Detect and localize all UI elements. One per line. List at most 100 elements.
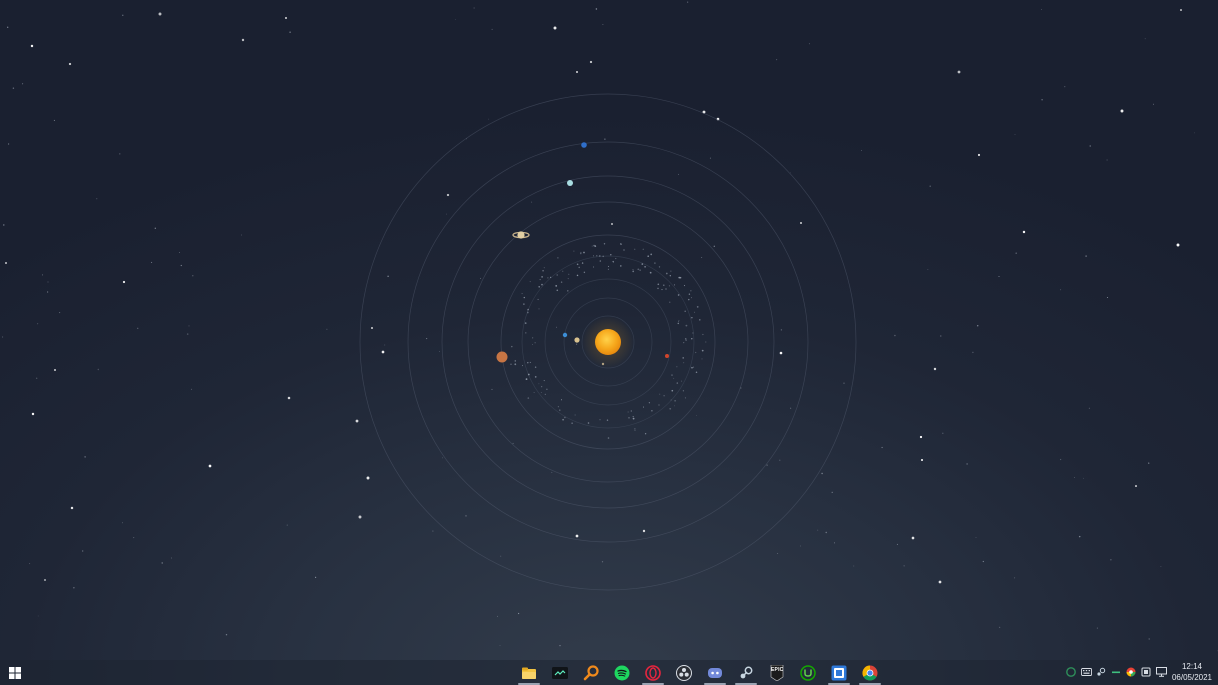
asteroid [644,433,647,435]
asteroid [671,374,673,376]
taskbar-app-terminal[interactable] [545,660,575,685]
tray-minus-icon[interactable] [1110,666,1122,678]
asteroid [691,338,693,340]
asteroid [648,402,651,404]
asteroid [580,251,582,253]
taskbar-app-spotify[interactable] [607,660,637,685]
asteroid [541,386,543,388]
asteroid [529,281,531,283]
tray-keyboard-icon[interactable] [1080,666,1092,678]
taskbar-app-epic-games[interactable]: EPIC [762,660,792,685]
asteroid [560,399,563,401]
asteroid [688,298,690,301]
asteroid [544,393,546,395]
asteroid [649,271,652,274]
asteroid [682,357,684,359]
asteroid [525,332,527,334]
asteroid [684,310,686,312]
planet-mars [665,354,669,358]
asteroid [534,376,537,378]
asteroid [676,366,678,368]
asteroid [696,306,699,308]
solar-system [359,93,857,591]
asteroid [583,251,585,254]
asteroid [670,270,672,272]
asteroid [607,268,609,270]
taskbar: EPIC 12:14 06/05/2021 [0,660,1218,685]
asteroid [587,422,590,424]
asteroid [623,249,625,251]
file-explorer-icon [522,667,536,679]
asteroid [549,276,552,279]
asteroid [568,273,570,275]
asteroid [612,260,614,263]
asteroid [539,279,541,281]
asteroid [692,332,694,334]
asteroid [663,395,665,397]
taskbar-app-window[interactable] [824,660,854,685]
asteroid [538,308,540,310]
steam-icon [740,666,753,678]
asteroid [683,285,686,287]
taskbar-app-obs[interactable] [669,660,699,685]
asteroid [510,363,512,365]
asteroid [619,265,622,267]
taskbar-app-opera[interactable] [638,660,668,685]
asteroid [677,294,680,296]
asteroid [694,311,696,313]
asteroid [683,362,685,364]
planet-saturn [512,231,530,239]
asteroid [555,285,558,287]
asteroid [556,289,559,292]
epic-games-label: EPIC [771,667,784,673]
asteroid [564,416,566,419]
asteroid [541,276,543,278]
asteroid [685,324,688,327]
asteroid [637,268,640,271]
asteroid [642,406,645,408]
asteroid [599,419,601,421]
taskbar-app-upwork[interactable] [793,660,823,685]
asteroid [705,341,707,343]
clock-date: 06/05/2021 [1171,673,1213,682]
tray-colorful-app-icon[interactable] [1125,666,1137,678]
asteroid [681,380,683,382]
chrome-icon [862,665,878,681]
system-clock[interactable]: 12:14 06/05/2021 [1166,660,1218,685]
asteroid [628,417,630,419]
spotify-icon [614,665,630,680]
asteroid [669,275,671,277]
asteroid [676,382,679,384]
asteroid [527,308,529,311]
asteroid [556,274,558,276]
asteroid [583,271,586,274]
asteroid [560,281,563,283]
taskbar-app-search[interactable] [576,660,606,685]
asteroid [671,389,674,392]
asteroid [523,303,525,305]
asteroid [543,267,545,269]
planet-venus [574,337,580,343]
asteroid [647,255,649,257]
search-magnifier-icon [583,664,599,680]
taskbar-app-discord[interactable] [700,660,730,685]
asteroid [684,397,686,399]
asteroid [607,437,610,439]
asteroid [562,270,564,272]
taskbar-app-steam[interactable] [731,660,761,685]
colorful-app-icon [1126,667,1136,677]
asteroid [691,317,693,319]
steam-tray-icon [1097,667,1106,676]
tray-status-icon[interactable] [1065,666,1077,678]
taskbar-app-file-explorer[interactable] [514,660,544,685]
asteroid [533,392,535,394]
asteroid [562,418,564,421]
tray-network-device-icon[interactable] [1140,666,1152,678]
asteroid [557,406,559,408]
planet-uranus [567,180,573,186]
asteroid [521,293,523,295]
tray-steam-icon[interactable] [1095,666,1107,678]
asteroid [661,289,663,291]
taskbar-app-chrome[interactable] [855,660,885,685]
start-button[interactable] [0,660,30,685]
